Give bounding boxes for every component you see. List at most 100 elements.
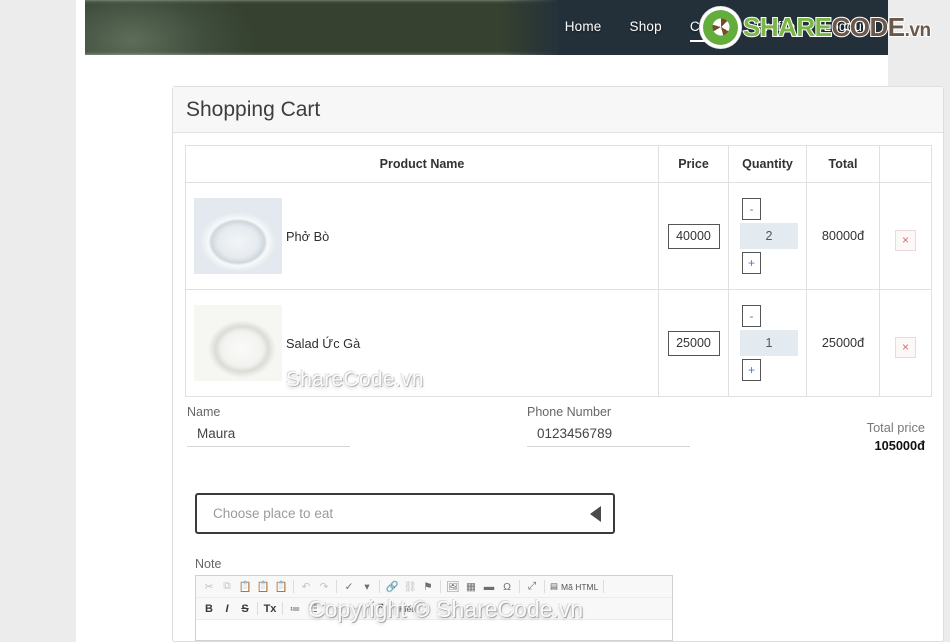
toolbar-separator <box>519 580 520 593</box>
price-cell: 40000 <box>658 182 729 290</box>
bold-button[interactable]: B <box>200 600 218 618</box>
numbered-list-icon[interactable]: ≔ <box>286 600 304 618</box>
indent-icon[interactable]: ⇥ <box>347 600 365 618</box>
place-to-eat-select[interactable]: Choose place to eat <box>195 493 615 534</box>
page-title: Shopping Cart <box>186 97 321 121</box>
special-char-icon[interactable]: Ω <box>498 578 516 596</box>
toolbar-separator <box>379 580 380 593</box>
col-price: Price <box>658 145 729 183</box>
toolbar-separator <box>440 580 441 593</box>
html-source-label: Mã HTML <box>561 581 599 592</box>
quantity-cell: - 1 + <box>728 289 807 397</box>
italic-button[interactable]: I <box>218 600 236 618</box>
toolbar-separator <box>368 602 369 615</box>
anchor-icon[interactable]: ⚑ <box>419 578 437 596</box>
customer-fields: Name Phone Number Total price 105000đ <box>185 405 931 471</box>
name-field-group: Name <box>187 405 350 447</box>
nav-item-home[interactable]: Home <box>551 13 616 43</box>
panel-header: Shopping Cart <box>173 87 943 133</box>
image-icon[interactable]: 🖼 <box>444 578 462 596</box>
paste-word-icon[interactable]: 📋 <box>272 578 290 596</box>
product-name: Salad Ức Gà <box>286 335 361 351</box>
name-label: Name <box>187 405 221 419</box>
toolbar-separator <box>293 580 294 593</box>
remove-item-button[interactable]: × <box>895 229 916 251</box>
redo-icon[interactable]: ↷ <box>315 578 333 596</box>
editor-toolbar-row-2: B I S Tx ≔ ☷ ⇤ ⇥ ❞ Kiểu <box>196 598 672 620</box>
undo-icon[interactable]: ↶ <box>297 578 315 596</box>
quantity-value[interactable]: 1 <box>740 330 798 356</box>
source-html-button[interactable]: ▤ Mã HTML <box>548 578 600 596</box>
quantity-increment-button[interactable]: + <box>742 359 761 381</box>
toolbar-separator <box>544 580 545 593</box>
product-name: Phở Bò <box>286 228 330 244</box>
styles-dropdown[interactable]: Kiểu <box>397 600 418 618</box>
note-rich-text-editor: ✂ ⧉ 📋 📋 📋 ↶ ↷ ✓ ▾ 🔗 ⛓ ⚑ 🖼 ▦ ▬ Ω ⤢ ▤ Mã HTML B I S Tx ≔ ☷ ⇤ ⇥ ❞ Kiểu <box>195 575 673 641</box>
quantity-decrement-button[interactable]: - <box>742 198 761 220</box>
nav-item-profile[interactable]: Profile <box>742 13 810 43</box>
editor-toolbar-row-1: ✂ ⧉ 📋 📋 📋 ↶ ↷ ✓ ▾ 🔗 ⛓ ⚑ 🖼 ▦ ▬ Ω ⤢ ▤ Mã HTML <box>196 576 672 598</box>
panel-body: Product Name Price Quantity Total Phở Bò… <box>173 133 943 641</box>
price-input[interactable]: 25000 <box>667 330 720 356</box>
place-to-eat-placeholder: Choose place to eat <box>213 506 334 521</box>
editor-content-area[interactable] <box>196 620 672 640</box>
product-cell: Phở Bò <box>185 182 659 290</box>
toolbar-separator <box>282 602 283 615</box>
spellcheck-icon[interactable]: ✓ <box>340 578 358 596</box>
paste-text-icon[interactable]: 📋 <box>254 578 272 596</box>
copy-icon[interactable]: ⧉ <box>218 578 236 596</box>
phone-label: Phone Number <box>527 405 612 419</box>
actions-cell: × <box>879 289 932 397</box>
maximize-icon[interactable]: ⤢ <box>523 578 541 596</box>
unlink-icon[interactable]: ⛓ <box>401 578 419 596</box>
actions-cell: × <box>879 182 932 290</box>
toolbar-separator <box>325 602 326 615</box>
name-input[interactable] <box>187 423 350 447</box>
row-total: 80000đ <box>806 182 880 290</box>
link-icon[interactable]: 🔗 <box>383 578 401 596</box>
toolbar-separator <box>336 580 337 593</box>
col-total: Total <box>806 145 880 183</box>
row-total: 25000đ <box>806 289 880 397</box>
table-row: Phở Bò 40000- 2 +80000đ × <box>185 182 932 290</box>
bulleted-list-icon[interactable]: ☷ <box>304 600 322 618</box>
price-cell: 25000 <box>658 289 729 397</box>
product-thumbnail <box>194 198 282 274</box>
price-input[interactable]: 40000 <box>667 223 720 249</box>
nav-item-cart-2[interactable]: Cart 2 <box>676 13 742 43</box>
product-cell: Salad Ức Gà <box>185 289 659 397</box>
phone-input[interactable] <box>527 423 690 447</box>
blockquote-icon[interactable]: ❞ <box>372 600 390 618</box>
product-thumbnail <box>194 305 282 381</box>
total-price-value: 105000đ <box>874 438 925 453</box>
table-icon[interactable]: ▦ <box>462 578 480 596</box>
toolbar-separator <box>393 602 394 615</box>
col-actions <box>879 145 932 183</box>
html-source-icon: ▤ <box>550 581 559 591</box>
quantity-value[interactable]: 2 <box>740 223 798 249</box>
col-product-name: Product Name <box>185 145 659 183</box>
horizontal-rule-icon[interactable]: ▬ <box>480 578 498 596</box>
nav-item-logout[interactable]: Logout <box>810 13 881 43</box>
cart-table: Product Name Price Quantity Total Phở Bò… <box>185 145 932 397</box>
quantity-increment-button[interactable]: + <box>742 252 761 274</box>
toolbar-separator <box>257 602 258 615</box>
col-quantity: Quantity <box>728 145 807 183</box>
strike-button[interactable]: S <box>236 600 254 618</box>
remove-format-icon[interactable]: Tx <box>261 600 279 618</box>
spellcheck-arrow-icon[interactable]: ▾ <box>358 578 376 596</box>
nav-item-shop[interactable]: Shop <box>616 13 676 43</box>
paste-icon[interactable]: 📋 <box>236 578 254 596</box>
remove-item-button[interactable]: × <box>895 336 916 358</box>
quantity-decrement-button[interactable]: - <box>742 305 761 327</box>
hero-banner: Home Shop Cart 2 Profile Logout <box>85 0 888 55</box>
chevron-left-icon <box>590 505 601 522</box>
page-column: Home Shop Cart 2 Profile Logout Shopping Car… <box>76 0 944 642</box>
toolbar-separator <box>603 580 605 593</box>
note-label: Note <box>195 557 222 571</box>
screenshot-root: Home Shop Cart 2 Profile Logout Shopping Car… <box>0 0 950 642</box>
cut-icon[interactable]: ✂ <box>200 578 218 596</box>
total-price-block: Total price 105000đ <box>867 420 925 453</box>
outdent-icon[interactable]: ⇤ <box>329 600 347 618</box>
brand-vn-text: .vn <box>904 19 932 42</box>
